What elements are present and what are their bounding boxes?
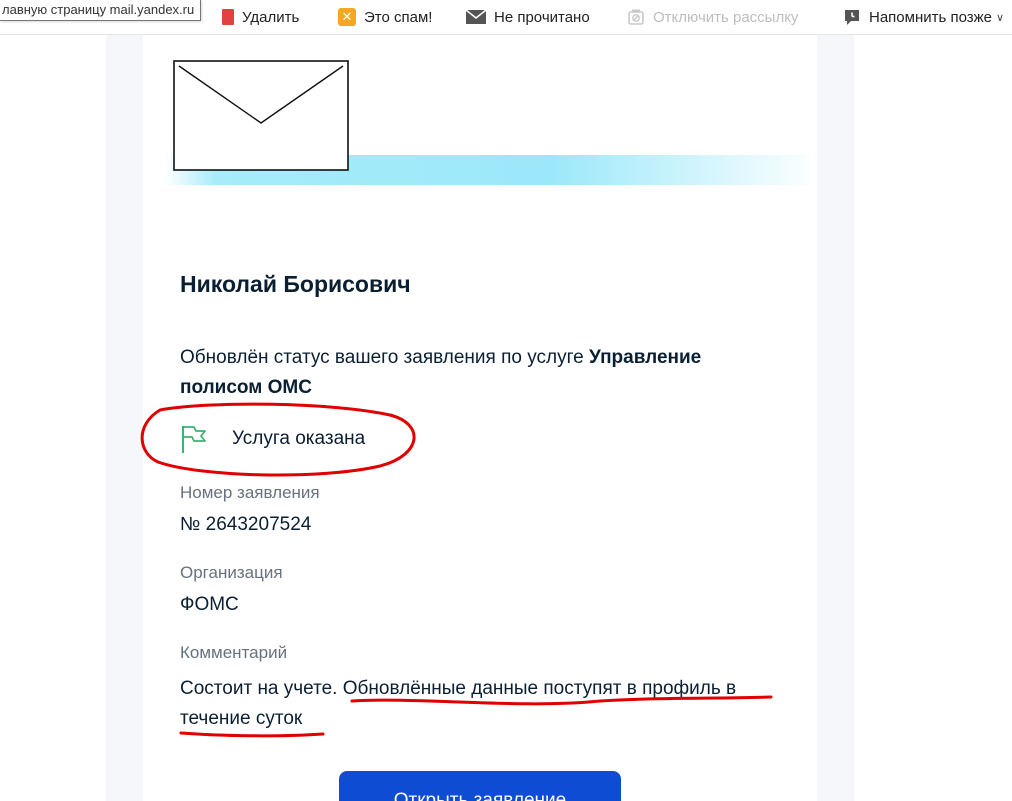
remind-later-button[interactable]: Напомнить позже ∨ bbox=[843, 6, 1004, 28]
application-number-label: Номер заявления bbox=[180, 483, 320, 502]
result-label: Услуга оказана bbox=[232, 428, 366, 449]
spam-label: Это спам! bbox=[364, 8, 433, 26]
trash-icon bbox=[222, 9, 234, 25]
delete-button[interactable]: Удалить bbox=[222, 6, 299, 28]
recipient-name: Николай Борисович bbox=[180, 271, 411, 297]
chevron-down-icon: ∨ bbox=[996, 11, 1005, 24]
link-tooltip: лавную страницу mail.yandex.ru bbox=[0, 0, 202, 21]
envelope-icon bbox=[173, 60, 349, 171]
mark-unread-button[interactable]: Не прочитано bbox=[466, 6, 590, 28]
comment-value: Состоит на учете. Обновлённые данные пос… bbox=[180, 678, 737, 729]
status-prefix: Обновлён статус вашего заявления по услу… bbox=[180, 347, 589, 368]
mail-icon bbox=[466, 10, 486, 24]
unsubscribe-button[interactable]: Отключить рассылку bbox=[627, 6, 798, 28]
unsubscribe-label: Отключить рассылку bbox=[653, 8, 799, 26]
result-status: Услуга оказана bbox=[180, 424, 365, 454]
unsubscribe-icon bbox=[628, 9, 644, 25]
spam-button[interactable]: ✕ Это спам! bbox=[338, 6, 432, 28]
organization-value: ФОМС bbox=[180, 594, 239, 615]
remind-icon bbox=[845, 10, 859, 25]
organization-label: Организация bbox=[180, 563, 283, 582]
remind-later-label: Напомнить позже bbox=[869, 8, 993, 26]
application-number-value: № 2643207524 bbox=[180, 514, 312, 535]
status-message: Обновлён статус вашего заявления по услу… bbox=[180, 343, 760, 403]
mark-unread-label: Не прочитано bbox=[494, 8, 590, 26]
open-application-button[interactable]: Открыть заявление bbox=[339, 771, 621, 801]
page: Удалить ✕ Это спам! Не прочитано Отключи… bbox=[0, 0, 1012, 801]
comment-label: Комментарий bbox=[180, 643, 288, 662]
flag-icon bbox=[182, 426, 206, 453]
delete-label: Удалить bbox=[242, 8, 300, 26]
spam-icon: ✕ bbox=[338, 8, 356, 26]
